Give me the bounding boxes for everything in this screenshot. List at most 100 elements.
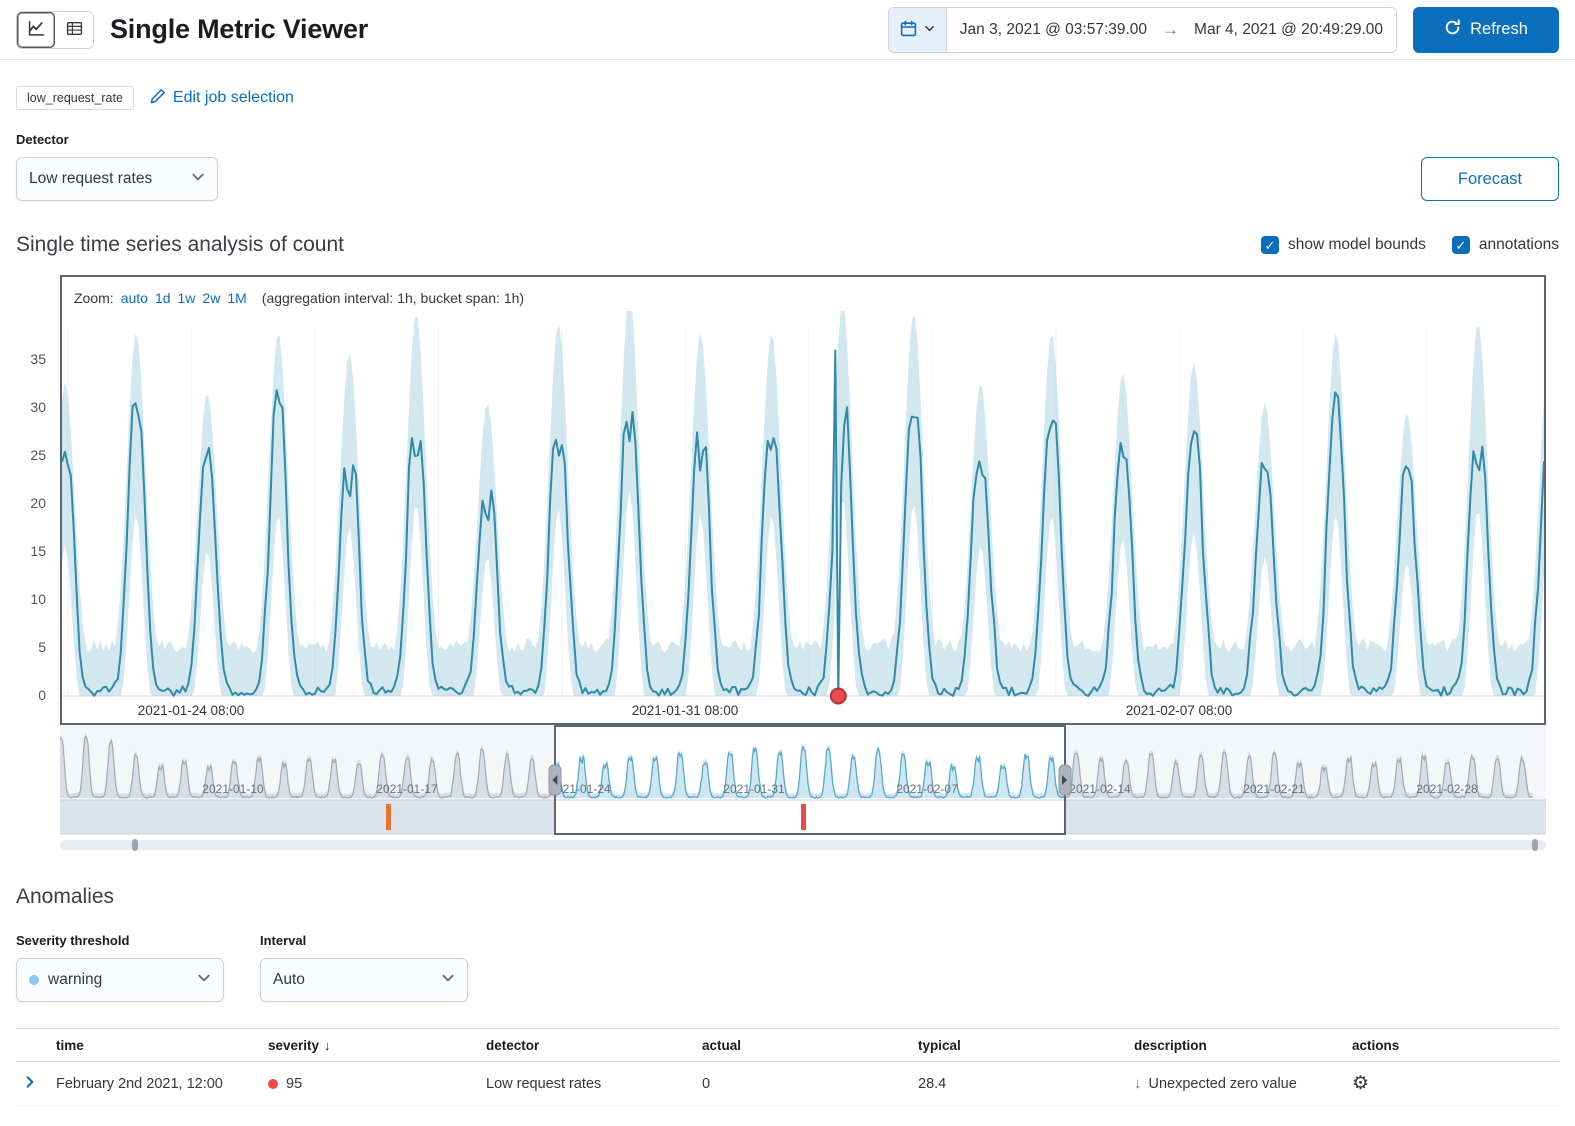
interval-label: Interval xyxy=(260,933,468,948)
model-bounds-toggle[interactable]: ✓ show model bounds xyxy=(1261,236,1426,254)
header-severity[interactable]: severity↓ xyxy=(268,1038,486,1053)
svg-text:2021-01-24 08:00: 2021-01-24 08:00 xyxy=(138,703,245,718)
row-actions-gear-icon[interactable]: ⚙ xyxy=(1352,1074,1369,1093)
cell-detector: Low request rates xyxy=(486,1076,702,1092)
page-header: Single Metric Viewer Jan 3, 2021 @ 03:57… xyxy=(0,0,1575,60)
checkbox-checked-icon: ✓ xyxy=(1261,236,1279,254)
svg-text:2021-01-31 08:00: 2021-01-31 08:00 xyxy=(632,703,739,718)
table-icon xyxy=(66,20,83,40)
severity-threshold-value: warning xyxy=(48,971,102,989)
chevron-down-icon xyxy=(441,971,455,990)
chevron-down-icon xyxy=(924,22,935,37)
header-time[interactable]: time xyxy=(56,1038,268,1053)
header-typical[interactable]: typical xyxy=(918,1038,1134,1053)
time-series-chart-area: 0 5 10 15 20 25 30 35 Zoom: auto 1d 1w 2w 1M (a… xyxy=(0,275,1575,855)
detector-label: Detector xyxy=(16,132,218,147)
svg-text:2021-02-21: 2021-02-21 xyxy=(1243,782,1305,796)
cell-time: February 2nd 2021, 12:00 xyxy=(56,1076,268,1092)
refresh-button[interactable]: Refresh xyxy=(1413,7,1559,53)
detector-select-value: Low request rates xyxy=(29,170,152,188)
y-axis-tick-label: 15 xyxy=(0,543,46,559)
y-axis-tick-label: 25 xyxy=(0,447,46,463)
y-axis-tick-label: 10 xyxy=(0,591,46,607)
svg-text:2021-01-10: 2021-01-10 xyxy=(202,782,264,796)
header-actual[interactable]: actual xyxy=(702,1038,918,1053)
arrow-down-icon: ↓ xyxy=(1134,1075,1142,1092)
detector-row: Detector Low request rates Forecast xyxy=(0,110,1575,201)
view-toggle-group xyxy=(16,11,94,49)
forecast-button[interactable]: Forecast xyxy=(1421,157,1559,201)
page-title: Single Metric Viewer xyxy=(110,14,368,45)
anomalies-table-header: time severity↓ detector actual typical d… xyxy=(16,1028,1559,1062)
pencil-icon xyxy=(150,88,166,109)
anomaly-table-row: February 2nd 2021, 12:00 95 Low request … xyxy=(16,1062,1559,1106)
row-expand-button[interactable] xyxy=(16,1070,44,1098)
start-date-button[interactable]: Jan 3, 2021 @ 03:57:39.00 xyxy=(947,8,1160,52)
cell-severity: 95 xyxy=(268,1076,486,1092)
context-scrollbar-track xyxy=(60,840,1546,850)
svg-text:2021-02-28: 2021-02-28 xyxy=(1416,782,1478,796)
severity-threshold-select[interactable]: warning xyxy=(16,958,224,1002)
job-selection-row: low_request_rate Edit job selection xyxy=(0,60,1575,110)
annotations-label: annotations xyxy=(1479,236,1559,254)
anomaly-swimlane-marker xyxy=(386,804,391,830)
edit-job-selection-link[interactable]: Edit job selection xyxy=(150,88,294,109)
date-range-picker: Jan 3, 2021 @ 03:57:39.00 → Mar 4, 2021 … xyxy=(888,7,1397,53)
zoom-1d-link[interactable]: 1d xyxy=(155,290,171,306)
interval-select[interactable]: Auto xyxy=(260,958,468,1002)
y-axis-tick-label: 35 xyxy=(0,351,46,367)
y-axis-tick-label: 20 xyxy=(0,495,46,511)
end-date-button[interactable]: Mar 4, 2021 @ 20:49:29.00 xyxy=(1181,8,1396,52)
table-view-button[interactable] xyxy=(55,12,93,48)
svg-text:2021-02-07: 2021-02-07 xyxy=(896,782,958,796)
critical-severity-dot-icon xyxy=(268,1079,278,1089)
y-axis-tick-label: 0 xyxy=(0,687,46,703)
chevron-down-icon xyxy=(191,170,205,189)
annotations-toggle[interactable]: ✓ annotations xyxy=(1452,236,1559,254)
detector-select[interactable]: Low request rates xyxy=(16,157,218,201)
interval-value: Auto xyxy=(273,971,305,989)
warning-severity-dot-icon xyxy=(29,975,39,985)
zoom-1w-link[interactable]: 1w xyxy=(178,290,196,306)
edit-job-selection-label: Edit job selection xyxy=(173,89,294,107)
zoom-auto-link[interactable]: auto xyxy=(121,290,148,306)
series-header-row: Single time series analysis of count ✓ s… xyxy=(0,201,1575,257)
anomaly-swimlane-marker xyxy=(801,804,806,830)
refresh-label: Refresh xyxy=(1470,20,1528,39)
main-chart-container: Zoom: auto 1d 1w 2w 1M (aggregation inte… xyxy=(60,275,1546,725)
context-scrollbar-thumb-right[interactable] xyxy=(1532,839,1538,851)
y-axis-tick-label: 5 xyxy=(0,639,46,655)
aggregation-note: (aggregation interval: 1h, bucket span: … xyxy=(262,290,524,306)
calendar-icon xyxy=(900,20,917,40)
svg-text:2021-02-07 08:00: 2021-02-07 08:00 xyxy=(1126,703,1233,718)
header-actions: actions xyxy=(1352,1038,1559,1053)
zoom-2w-link[interactable]: 2w xyxy=(202,290,220,306)
line-chart-icon xyxy=(28,20,45,40)
main-chart-svg[interactable]: 2021-01-24 08:00 2021-01-31 08:00 2021-02-… xyxy=(62,311,1544,723)
cell-actual: 0 xyxy=(702,1076,918,1092)
brush-handle-right[interactable] xyxy=(1059,765,1071,795)
header-description[interactable]: description xyxy=(1134,1038,1352,1053)
chevron-right-icon xyxy=(23,1075,37,1092)
cell-description: ↓ Unexpected zero value xyxy=(1134,1075,1352,1092)
header-detector[interactable]: detector xyxy=(486,1038,702,1053)
y-axis-tick-label: 30 xyxy=(0,399,46,415)
svg-text:2021-02-14: 2021-02-14 xyxy=(1069,782,1131,796)
series-title: Single time series analysis of count xyxy=(16,233,344,257)
brush-handle-left[interactable] xyxy=(549,765,561,795)
job-badge: low_request_rate xyxy=(16,86,134,110)
zoom-controls: Zoom: auto 1d 1w 2w 1M (aggregation inte… xyxy=(62,277,1544,311)
anomalies-table: time severity↓ detector actual typical d… xyxy=(16,1028,1559,1106)
refresh-icon xyxy=(1444,19,1461,41)
zoom-1M-link[interactable]: 1M xyxy=(227,290,246,306)
zoom-label: Zoom: xyxy=(74,290,114,306)
anomalies-section: Anomalies Severity threshold warning Int… xyxy=(0,855,1575,1106)
chevron-down-icon xyxy=(197,971,211,990)
severity-threshold-label: Severity threshold xyxy=(16,933,224,948)
svg-text:2021-01-17: 2021-01-17 xyxy=(376,782,438,796)
calendar-dropdown-button[interactable] xyxy=(889,8,947,52)
context-scrollbar-thumb-left[interactable] xyxy=(132,839,138,851)
anomaly-marker xyxy=(831,689,846,704)
chart-view-button[interactable] xyxy=(17,12,55,48)
context-chart-svg[interactable]: 2021-01-102021-01-172021-01-242021-01-31… xyxy=(60,725,1546,855)
